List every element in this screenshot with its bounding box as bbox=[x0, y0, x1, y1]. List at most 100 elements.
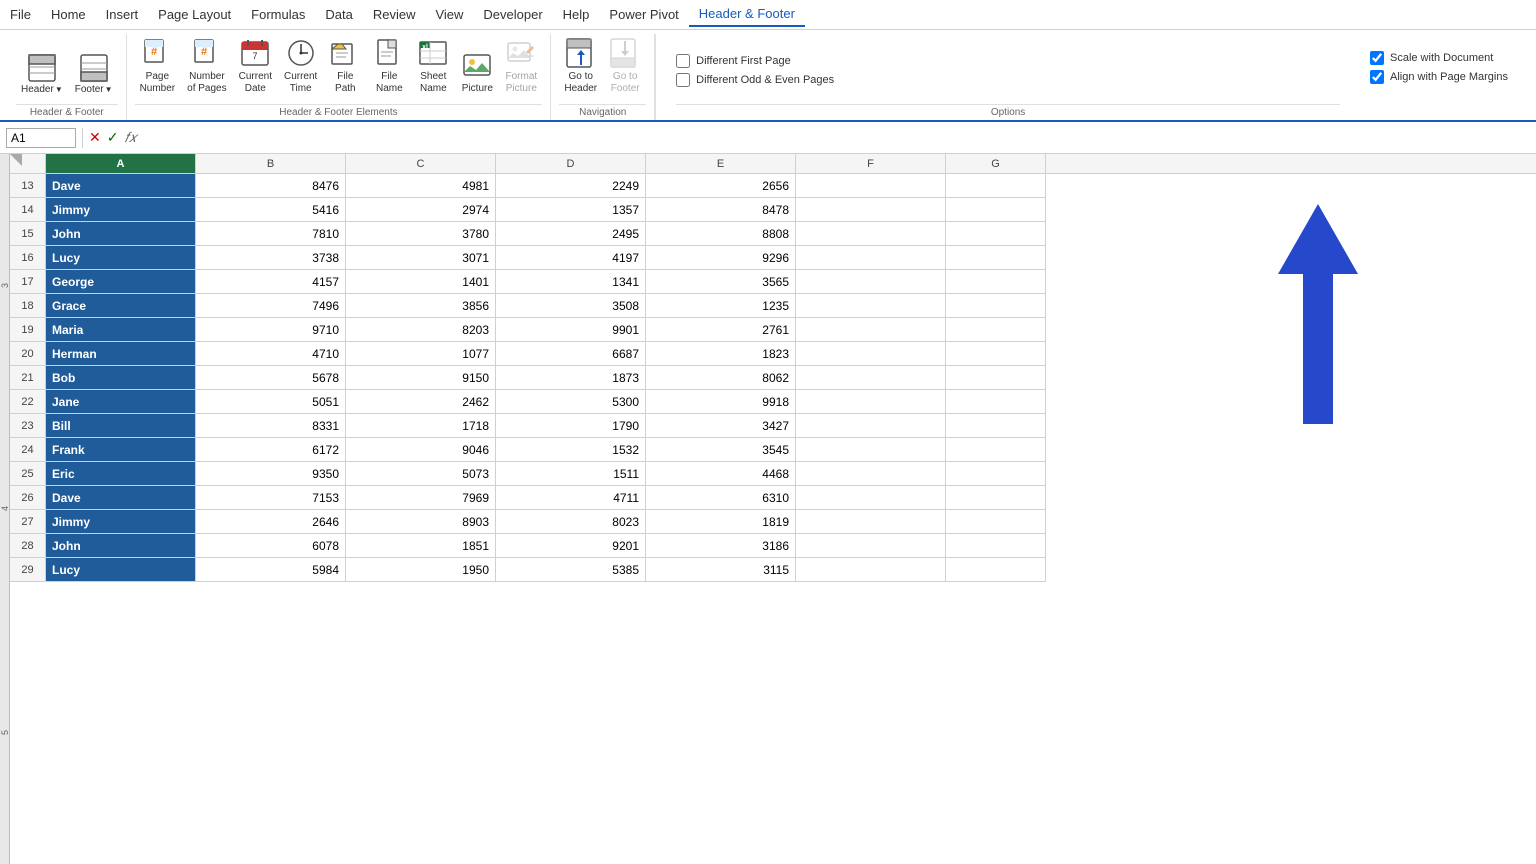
cell-f[interactable] bbox=[796, 198, 946, 222]
menu-item-page-layout[interactable]: Page Layout bbox=[148, 3, 241, 26]
align-with-margins-checkbox[interactable]: Align with Page Margins bbox=[1370, 70, 1508, 84]
cell-f[interactable] bbox=[796, 558, 946, 582]
cell-b[interactable]: 7810 bbox=[196, 222, 346, 246]
menu-item-insert[interactable]: Insert bbox=[96, 3, 149, 26]
cell-c[interactable]: 2974 bbox=[346, 198, 496, 222]
cell-c[interactable]: 8903 bbox=[346, 510, 496, 534]
menu-item-help[interactable]: Help bbox=[553, 3, 600, 26]
cell-name[interactable]: Herman bbox=[46, 342, 196, 366]
cell-e[interactable]: 8808 bbox=[646, 222, 796, 246]
cell-c[interactable]: 8203 bbox=[346, 318, 496, 342]
number-of-pages-button[interactable]: # Numberof Pages bbox=[182, 34, 231, 98]
col-header-f[interactable]: F bbox=[796, 154, 946, 173]
cell-c[interactable]: 1718 bbox=[346, 414, 496, 438]
cell-name[interactable]: George bbox=[46, 270, 196, 294]
cell-c[interactable]: 1401 bbox=[346, 270, 496, 294]
cell-b[interactable]: 4157 bbox=[196, 270, 346, 294]
cell-b[interactable]: 6078 bbox=[196, 534, 346, 558]
cell-c[interactable]: 9150 bbox=[346, 366, 496, 390]
cell-e[interactable]: 3545 bbox=[646, 438, 796, 462]
cell-f[interactable] bbox=[796, 486, 946, 510]
cell-d[interactable]: 2495 bbox=[496, 222, 646, 246]
cell-d[interactable]: 1532 bbox=[496, 438, 646, 462]
cell-c[interactable]: 2462 bbox=[346, 390, 496, 414]
cell-b[interactable]: 3738 bbox=[196, 246, 346, 270]
cell-f[interactable] bbox=[796, 174, 946, 198]
cell-d[interactable]: 4197 bbox=[496, 246, 646, 270]
cell-d[interactable]: 5385 bbox=[496, 558, 646, 582]
confirm-formula-icon[interactable]: ✓ bbox=[107, 129, 119, 146]
cell-d[interactable]: 4711 bbox=[496, 486, 646, 510]
different-odd-even-checkbox[interactable]: Different Odd & Even Pages bbox=[676, 73, 1340, 87]
current-date-button[interactable]: 7 CurrentDate bbox=[234, 34, 277, 98]
cell-f[interactable] bbox=[796, 534, 946, 558]
menu-item-developer[interactable]: Developer bbox=[473, 3, 552, 26]
cell-d[interactable]: 1511 bbox=[496, 462, 646, 486]
cell-g[interactable] bbox=[946, 198, 1046, 222]
cell-reference-input[interactable] bbox=[6, 128, 76, 148]
cell-b[interactable]: 5051 bbox=[196, 390, 346, 414]
cell-b[interactable]: 5416 bbox=[196, 198, 346, 222]
cell-b[interactable]: 7153 bbox=[196, 486, 346, 510]
cell-g[interactable] bbox=[946, 294, 1046, 318]
cell-d[interactable]: 1357 bbox=[496, 198, 646, 222]
cell-f[interactable] bbox=[796, 390, 946, 414]
menu-item-view[interactable]: View bbox=[425, 3, 473, 26]
menu-item-file[interactable]: File bbox=[0, 3, 41, 26]
menu-item-home[interactable]: Home bbox=[41, 3, 96, 26]
cell-c[interactable]: 1950 bbox=[346, 558, 496, 582]
footer-button[interactable]: Footer ▼ bbox=[70, 49, 118, 98]
format-picture-button[interactable]: FormatPicture bbox=[500, 34, 542, 98]
col-header-d[interactable]: D bbox=[496, 154, 646, 173]
cell-g[interactable] bbox=[946, 390, 1046, 414]
cell-c[interactable]: 1077 bbox=[346, 342, 496, 366]
cell-name[interactable]: Dave bbox=[46, 486, 196, 510]
cell-name[interactable]: Jimmy bbox=[46, 510, 196, 534]
scale-with-document-input[interactable] bbox=[1370, 51, 1384, 65]
cell-d[interactable]: 9901 bbox=[496, 318, 646, 342]
cell-name[interactable]: Frank bbox=[46, 438, 196, 462]
menu-item-header-footer[interactable]: Header & Footer bbox=[689, 2, 805, 27]
page-number-button[interactable]: # PageNumber bbox=[135, 34, 181, 98]
cell-f[interactable] bbox=[796, 222, 946, 246]
different-first-page-input[interactable] bbox=[676, 54, 690, 68]
cell-d[interactable]: 1341 bbox=[496, 270, 646, 294]
cell-g[interactable] bbox=[946, 366, 1046, 390]
file-path-button[interactable]: FilePath bbox=[324, 34, 366, 98]
sheet-name-button[interactable]: xl SheetName bbox=[412, 34, 454, 98]
select-all-button[interactable] bbox=[10, 154, 46, 173]
cell-d[interactable]: 3508 bbox=[496, 294, 646, 318]
cell-d[interactable]: 5300 bbox=[496, 390, 646, 414]
cell-name[interactable]: Eric bbox=[46, 462, 196, 486]
different-first-page-checkbox[interactable]: Different First Page bbox=[676, 54, 1340, 68]
cell-d[interactable]: 2249 bbox=[496, 174, 646, 198]
cell-name[interactable]: Dave bbox=[46, 174, 196, 198]
cell-name[interactable]: Maria bbox=[46, 318, 196, 342]
cell-f[interactable] bbox=[796, 510, 946, 534]
cell-name[interactable]: Jimmy bbox=[46, 198, 196, 222]
cell-b[interactable]: 5984 bbox=[196, 558, 346, 582]
go-to-header-button[interactable]: Go toHeader bbox=[559, 34, 602, 98]
cell-name[interactable]: Jane bbox=[46, 390, 196, 414]
cell-g[interactable] bbox=[946, 462, 1046, 486]
cell-b[interactable]: 9710 bbox=[196, 318, 346, 342]
cell-g[interactable] bbox=[946, 414, 1046, 438]
cell-d[interactable]: 1790 bbox=[496, 414, 646, 438]
cell-b[interactable]: 5678 bbox=[196, 366, 346, 390]
cell-e[interactable]: 1235 bbox=[646, 294, 796, 318]
header-button[interactable]: Header ▼ bbox=[16, 49, 68, 98]
cancel-formula-icon[interactable]: ✕ bbox=[89, 129, 101, 146]
picture-button[interactable]: Picture bbox=[456, 46, 498, 98]
cell-b[interactable]: 9350 bbox=[196, 462, 346, 486]
cell-f[interactable] bbox=[796, 318, 946, 342]
cell-c[interactable]: 7969 bbox=[346, 486, 496, 510]
col-header-c[interactable]: C bbox=[346, 154, 496, 173]
cell-e[interactable]: 1823 bbox=[646, 342, 796, 366]
formula-input[interactable] bbox=[147, 131, 1530, 145]
file-name-button[interactable]: FileName bbox=[368, 34, 410, 98]
cell-e[interactable]: 2656 bbox=[646, 174, 796, 198]
cell-g[interactable] bbox=[946, 486, 1046, 510]
cell-f[interactable] bbox=[796, 462, 946, 486]
cell-name[interactable]: Grace bbox=[46, 294, 196, 318]
menu-item-power-pivot[interactable]: Power Pivot bbox=[599, 3, 688, 26]
